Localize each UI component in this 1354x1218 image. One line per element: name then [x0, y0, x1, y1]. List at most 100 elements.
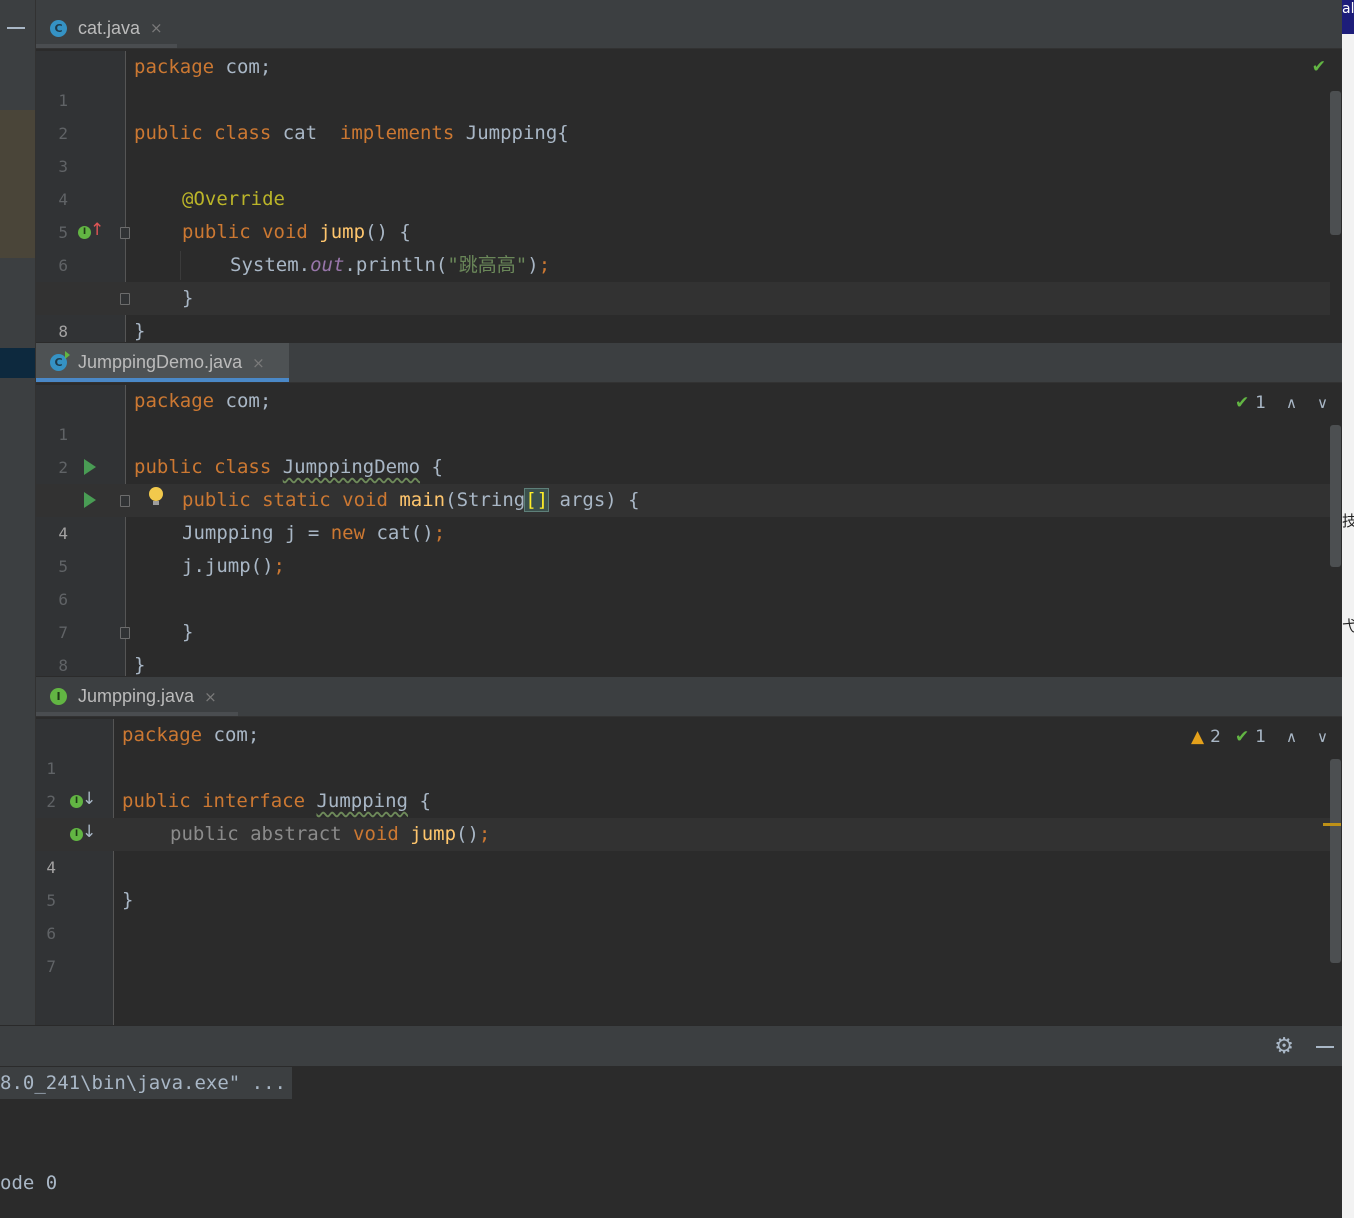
- editor-tab-bar: C cat.java ×: [36, 8, 1342, 49]
- annotation: @Override: [182, 188, 285, 210]
- tab-underline: [36, 44, 177, 48]
- tab-label: cat.java: [78, 17, 141, 38]
- gear-icon[interactable]: ⚙: [1274, 1034, 1294, 1059]
- keyword: package: [122, 724, 203, 746]
- code-line: 5: [36, 851, 1330, 910]
- method-name: jump: [410, 823, 457, 845]
- inspection-widget[interactable]: ✔: [1312, 57, 1326, 77]
- fold-icon[interactable]: [120, 627, 130, 639]
- scrollbar[interactable]: [1330, 91, 1341, 235]
- keyword: implements: [339, 122, 455, 144]
- tab-jumpping-java[interactable]: I Jumpping.java ×: [36, 677, 238, 716]
- keyword: public class: [134, 456, 272, 478]
- fold-icon[interactable]: [120, 495, 130, 507]
- fold-icon[interactable]: [120, 293, 130, 305]
- minimize-icon[interactable]: [7, 27, 25, 29]
- code-line: 6 I ↑ public void jump() {: [36, 216, 1330, 275]
- code-line: 1 package com;: [36, 385, 1330, 444]
- code-text: }: [134, 654, 146, 676]
- code-line-current: 4 public static void main(String[] args)…: [36, 484, 1330, 543]
- code-text: Jumpping{: [454, 122, 569, 144]
- tab-label: Jumpping.java: [78, 686, 195, 706]
- code-line: 6 j.jump();: [36, 550, 1330, 609]
- code-text: (String: [445, 489, 526, 511]
- next-highlight-icon[interactable]: ∨: [1317, 728, 1328, 746]
- background-window-text: 弋: [1342, 617, 1354, 635]
- code-line: 5 Jumpping j = new cat();: [36, 517, 1330, 576]
- method-name: jump: [319, 221, 366, 243]
- code-text: j.jump(): [182, 555, 274, 577]
- code-line: 2: [36, 84, 1330, 143]
- code-line: 3 public class cat implements Jumpping{: [36, 117, 1330, 176]
- keyword: public static void: [182, 489, 388, 511]
- arrow-down-icon[interactable]: ↓: [82, 824, 96, 841]
- code-line: 3 public class JumppingDemo {: [36, 451, 1330, 510]
- scrollbar[interactable]: [1330, 759, 1341, 963]
- code-line: 9 }: [36, 315, 1330, 342]
- class-file-icon: C: [50, 351, 70, 371]
- previous-highlight-icon[interactable]: ∧: [1286, 394, 1297, 412]
- code-text: System.: [230, 254, 311, 276]
- background-window-title: al: [1342, 0, 1354, 34]
- tab-underline: [36, 712, 238, 716]
- indent-guide: [180, 251, 181, 280]
- close-icon[interactable]: ×: [150, 19, 163, 37]
- keyword: new: [330, 522, 366, 544]
- arrow-up-icon[interactable]: ↑: [90, 222, 104, 239]
- code-text: Jumpping j =: [182, 522, 331, 544]
- code-area[interactable]: 1 package com; 2 3 public class Jumpping…: [36, 385, 1342, 676]
- string-literal: "跳高高": [447, 254, 528, 276]
- project-tool-strip: [0, 0, 36, 1025]
- window-top-border: [36, 0, 1342, 8]
- arrow-down-icon[interactable]: ↓: [82, 791, 96, 808]
- code-text: ): [527, 254, 539, 276]
- inspection-widget[interactable]: ▲ 2 ✔ 1 ∧ ∨: [1191, 727, 1328, 747]
- code-text: () {: [365, 221, 411, 243]
- close-icon[interactable]: ×: [204, 688, 217, 706]
- fold-icon[interactable]: [120, 227, 130, 239]
- next-highlight-icon[interactable]: ∨: [1317, 394, 1328, 412]
- semicolon: ;: [538, 254, 551, 276]
- typo-check-icon: ✔: [1234, 393, 1250, 413]
- typo-count: 1: [1255, 727, 1267, 747]
- run-badge-icon: [65, 351, 70, 359]
- static-field: out: [310, 254, 345, 276]
- semicolon: ;: [273, 555, 285, 577]
- code-text: com;: [214, 56, 272, 78]
- code-line: 7: [36, 917, 1330, 976]
- lightbulb-icon[interactable]: [149, 487, 163, 505]
- tab-jumppingdemo-java[interactable]: C JumppingDemo.java ×: [36, 343, 289, 382]
- code-text: }: [122, 889, 134, 911]
- background-window-strip: al 技 弋: [1342, 0, 1354, 1218]
- code-text: cat(): [365, 522, 434, 544]
- keyword: public class: [134, 122, 272, 144]
- code-area[interactable]: 1 package com; 2 3 public class cat impl…: [36, 51, 1342, 342]
- project-tree-fragment: [0, 110, 36, 258]
- editor-tab-bar: C JumppingDemo.java ×: [36, 343, 1342, 383]
- editor-tab-bar: I Jumpping.java ×: [36, 677, 1342, 717]
- scrollbar[interactable]: [1330, 425, 1341, 567]
- warning-icon: ▲: [1191, 727, 1205, 747]
- interface-name: Jumpping: [316, 790, 408, 812]
- matched-brackets: []: [524, 488, 550, 512]
- code-line: 4: [36, 150, 1330, 209]
- code-line: 9 }: [36, 649, 1330, 676]
- inspection-widget[interactable]: ✔ 1 ∧ ∨: [1235, 393, 1328, 413]
- run-tool-header: ⚙: [0, 1025, 1342, 1066]
- warning-stripe-marker[interactable]: [1323, 823, 1341, 826]
- previous-highlight-icon[interactable]: ∧: [1286, 728, 1297, 746]
- run-icon[interactable]: [84, 459, 96, 475]
- code-text: }: [134, 320, 146, 342]
- run-icon[interactable]: [84, 492, 96, 508]
- keyword: public void: [182, 221, 308, 243]
- code-area[interactable]: 1 package com; 2 3 I ↓ public interface …: [36, 719, 1342, 1025]
- class-name: JumppingDemo: [282, 456, 421, 478]
- hide-panel-icon[interactable]: [1316, 1046, 1334, 1048]
- code-text: .println(: [344, 254, 448, 276]
- typo-check-icon: ✔: [1234, 727, 1250, 747]
- tab-cat-java[interactable]: C cat.java ×: [36, 8, 177, 48]
- close-icon[interactable]: ×: [252, 354, 265, 372]
- class-name: cat: [271, 122, 340, 144]
- code-text: args) {: [548, 489, 640, 511]
- console-command-line[interactable]: 8.0_241\bin\java.exe" ...: [0, 1067, 292, 1099]
